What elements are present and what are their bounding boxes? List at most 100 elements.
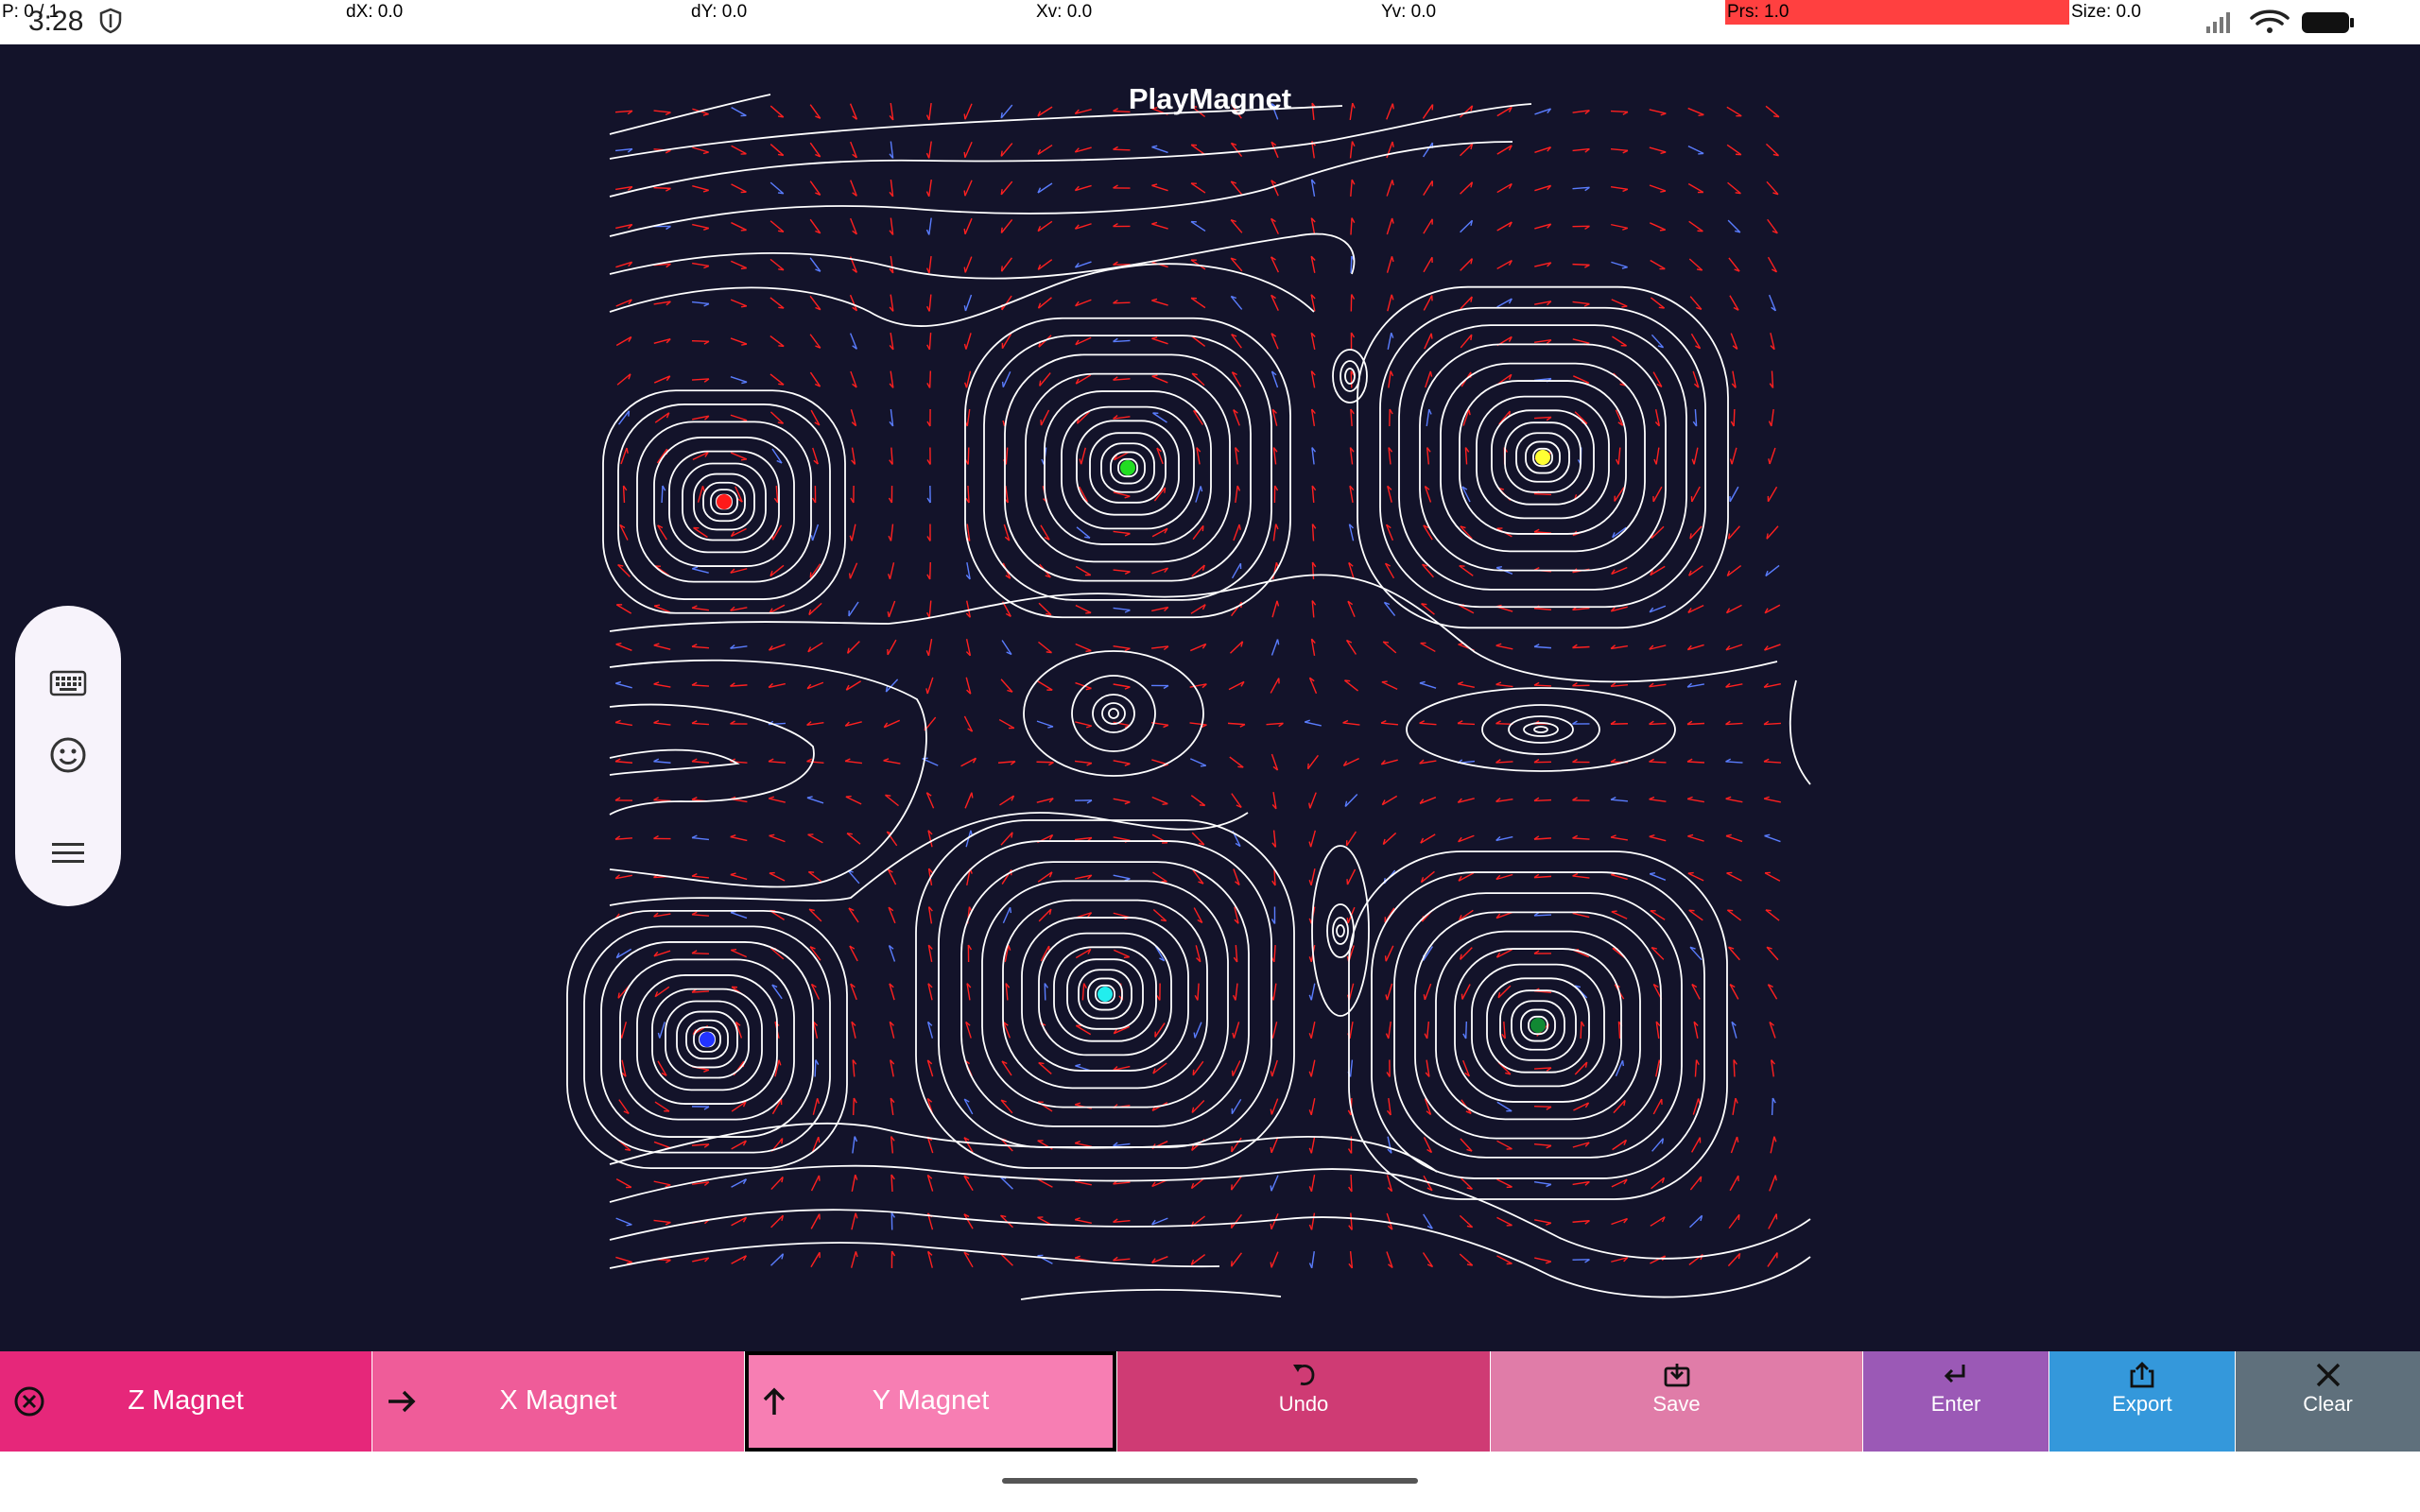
field-arrow bbox=[653, 683, 671, 688]
field-arrow bbox=[807, 871, 823, 883]
export-button[interactable]: Export bbox=[2049, 1351, 2235, 1452]
field-arrow bbox=[1235, 485, 1238, 504]
field-arrow-head bbox=[1650, 872, 1656, 875]
keyboard-icon bbox=[49, 670, 87, 696]
field-arrow bbox=[653, 644, 671, 650]
field-arrow bbox=[1044, 983, 1046, 1001]
field-arrow bbox=[691, 645, 710, 649]
field-arrow bbox=[614, 761, 633, 764]
field-arrow bbox=[1000, 679, 1013, 693]
field-arrow-head bbox=[855, 1174, 858, 1180]
field-arrow bbox=[769, 798, 786, 803]
close-icon bbox=[2316, 1363, 2340, 1387]
field-arrow bbox=[890, 524, 894, 541]
field-arrow-head bbox=[1162, 802, 1168, 806]
field-arrow bbox=[1152, 412, 1167, 423]
field-arrow bbox=[1727, 181, 1741, 195]
enter-button[interactable]: Enter bbox=[1863, 1351, 2048, 1452]
field-arrow bbox=[851, 524, 856, 541]
field-arrow-head bbox=[731, 948, 737, 952]
field-arrow-head bbox=[1075, 1102, 1081, 1106]
field-arrow-head bbox=[1725, 833, 1732, 837]
field-arrow bbox=[1309, 830, 1317, 848]
save-button[interactable]: Save bbox=[1491, 1351, 1862, 1452]
field-arrow bbox=[1310, 868, 1316, 885]
field-arrow bbox=[1655, 447, 1660, 465]
magnet-cyan[interactable] bbox=[1098, 987, 1113, 1002]
field-arrow bbox=[1230, 641, 1243, 654]
magnet-yellow[interactable] bbox=[1535, 450, 1550, 465]
field-arrow-head bbox=[1002, 420, 1006, 426]
field-arrow bbox=[1273, 944, 1276, 963]
field-arrow bbox=[1311, 561, 1315, 580]
field-arrow bbox=[964, 792, 973, 809]
field-arrow bbox=[1769, 447, 1776, 465]
magnet-green[interactable] bbox=[1120, 460, 1135, 475]
field-arrow bbox=[964, 256, 973, 273]
field-arrow bbox=[1464, 447, 1468, 465]
field-arrow bbox=[1580, 1021, 1582, 1040]
field-arrow bbox=[620, 1022, 628, 1039]
home-indicator[interactable] bbox=[1002, 1478, 1418, 1484]
field-arrow bbox=[1271, 1059, 1278, 1077]
magnet-blue[interactable] bbox=[700, 1032, 715, 1047]
x-magnet-button[interactable]: X Magnet bbox=[372, 1351, 744, 1452]
field-arrow bbox=[692, 185, 709, 191]
field-arrow bbox=[1113, 607, 1131, 611]
field-arrow bbox=[1386, 256, 1393, 273]
field-plot[interactable] bbox=[0, 44, 2420, 1351]
field-arrow-head bbox=[963, 151, 966, 158]
field-arrow-head bbox=[1084, 536, 1091, 539]
field-arrow-head bbox=[1151, 336, 1158, 339]
field-arrow-head bbox=[1124, 686, 1131, 690]
field-arrow bbox=[1460, 947, 1473, 960]
field-arrow-head bbox=[778, 345, 785, 348]
field-arrow bbox=[653, 186, 671, 190]
field-arrow bbox=[1192, 1060, 1204, 1076]
field-arrow-head bbox=[1270, 1262, 1272, 1268]
clear-button[interactable]: Clear bbox=[2236, 1351, 2420, 1452]
field-arrow bbox=[890, 1174, 893, 1193]
magnet-red[interactable] bbox=[717, 494, 732, 509]
field-arrow bbox=[1311, 524, 1315, 541]
field-arrow bbox=[1113, 530, 1131, 535]
field-arrow bbox=[1572, 263, 1590, 266]
keyboard-button[interactable] bbox=[40, 655, 96, 712]
emoji-button[interactable] bbox=[40, 727, 96, 783]
field-lines bbox=[609, 94, 1811, 1300]
field-arrow bbox=[1495, 644, 1513, 650]
field-arrow bbox=[615, 1217, 632, 1226]
field-arrow bbox=[1496, 1140, 1512, 1150]
menu-button[interactable] bbox=[40, 825, 96, 882]
field-arrow bbox=[1764, 834, 1781, 843]
field-arrow bbox=[615, 682, 632, 689]
y-magnet-button[interactable]: Y Magnet bbox=[745, 1351, 1116, 1452]
field-arrow-head bbox=[818, 1137, 821, 1143]
field-arrow bbox=[1766, 180, 1779, 196]
field-arrow-head bbox=[657, 1032, 661, 1039]
field-arrow bbox=[693, 526, 708, 539]
field-arrow-head bbox=[848, 573, 852, 579]
field-arrow bbox=[691, 836, 710, 841]
field-arrow bbox=[1387, 333, 1392, 350]
magnet-dark-green[interactable] bbox=[1530, 1018, 1546, 1033]
undo-label: Undo bbox=[1278, 1392, 1329, 1416]
field-arrow bbox=[1461, 984, 1471, 1000]
undo-button[interactable]: Undo bbox=[1117, 1351, 1490, 1452]
field-arrow bbox=[615, 721, 632, 727]
field-arrow-head bbox=[626, 447, 629, 454]
magnet-field-canvas[interactable]: PlayMagnet bbox=[0, 44, 2420, 1351]
field-arrow bbox=[692, 262, 709, 267]
field-arrow bbox=[1729, 486, 1739, 503]
field-arrow-head bbox=[1621, 266, 1628, 269]
field-arrow bbox=[730, 337, 748, 345]
field-arrow bbox=[691, 914, 710, 917]
field-arrow bbox=[1348, 983, 1355, 1001]
field-arrow bbox=[656, 448, 668, 464]
field-arrow bbox=[691, 378, 710, 381]
field-arrow bbox=[810, 1213, 821, 1229]
field-arrow-head bbox=[1686, 796, 1693, 800]
z-magnet-button[interactable]: Z Magnet bbox=[0, 1351, 372, 1452]
field-arrow-head bbox=[1201, 525, 1204, 532]
field-arrow-head bbox=[628, 410, 631, 417]
